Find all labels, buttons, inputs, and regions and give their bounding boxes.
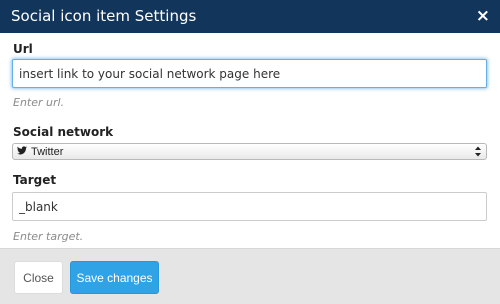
dialog-header: Social icon item Settings ×: [0, 0, 500, 33]
dialog-footer: Close Save changes: [0, 248, 500, 304]
twitter-bird-icon: [17, 145, 27, 158]
close-button[interactable]: Close: [14, 261, 63, 294]
target-help-text: Enter target.: [13, 230, 84, 243]
select-arrows-icon: [474, 145, 482, 158]
close-icon[interactable]: ×: [476, 7, 490, 26]
url-help-text: Enter url.: [13, 96, 65, 109]
target-label: Target: [13, 173, 57, 187]
url-input[interactable]: [12, 59, 487, 88]
social-network-selected: Twitter: [31, 145, 64, 158]
social-network-select[interactable]: Twitter: [12, 143, 487, 160]
save-changes-button[interactable]: Save changes: [70, 261, 159, 294]
target-input[interactable]: [12, 192, 487, 221]
social-network-label: Social network: [13, 125, 114, 139]
url-label: Url: [13, 42, 33, 56]
dialog-title: Social icon item Settings: [11, 7, 197, 25]
